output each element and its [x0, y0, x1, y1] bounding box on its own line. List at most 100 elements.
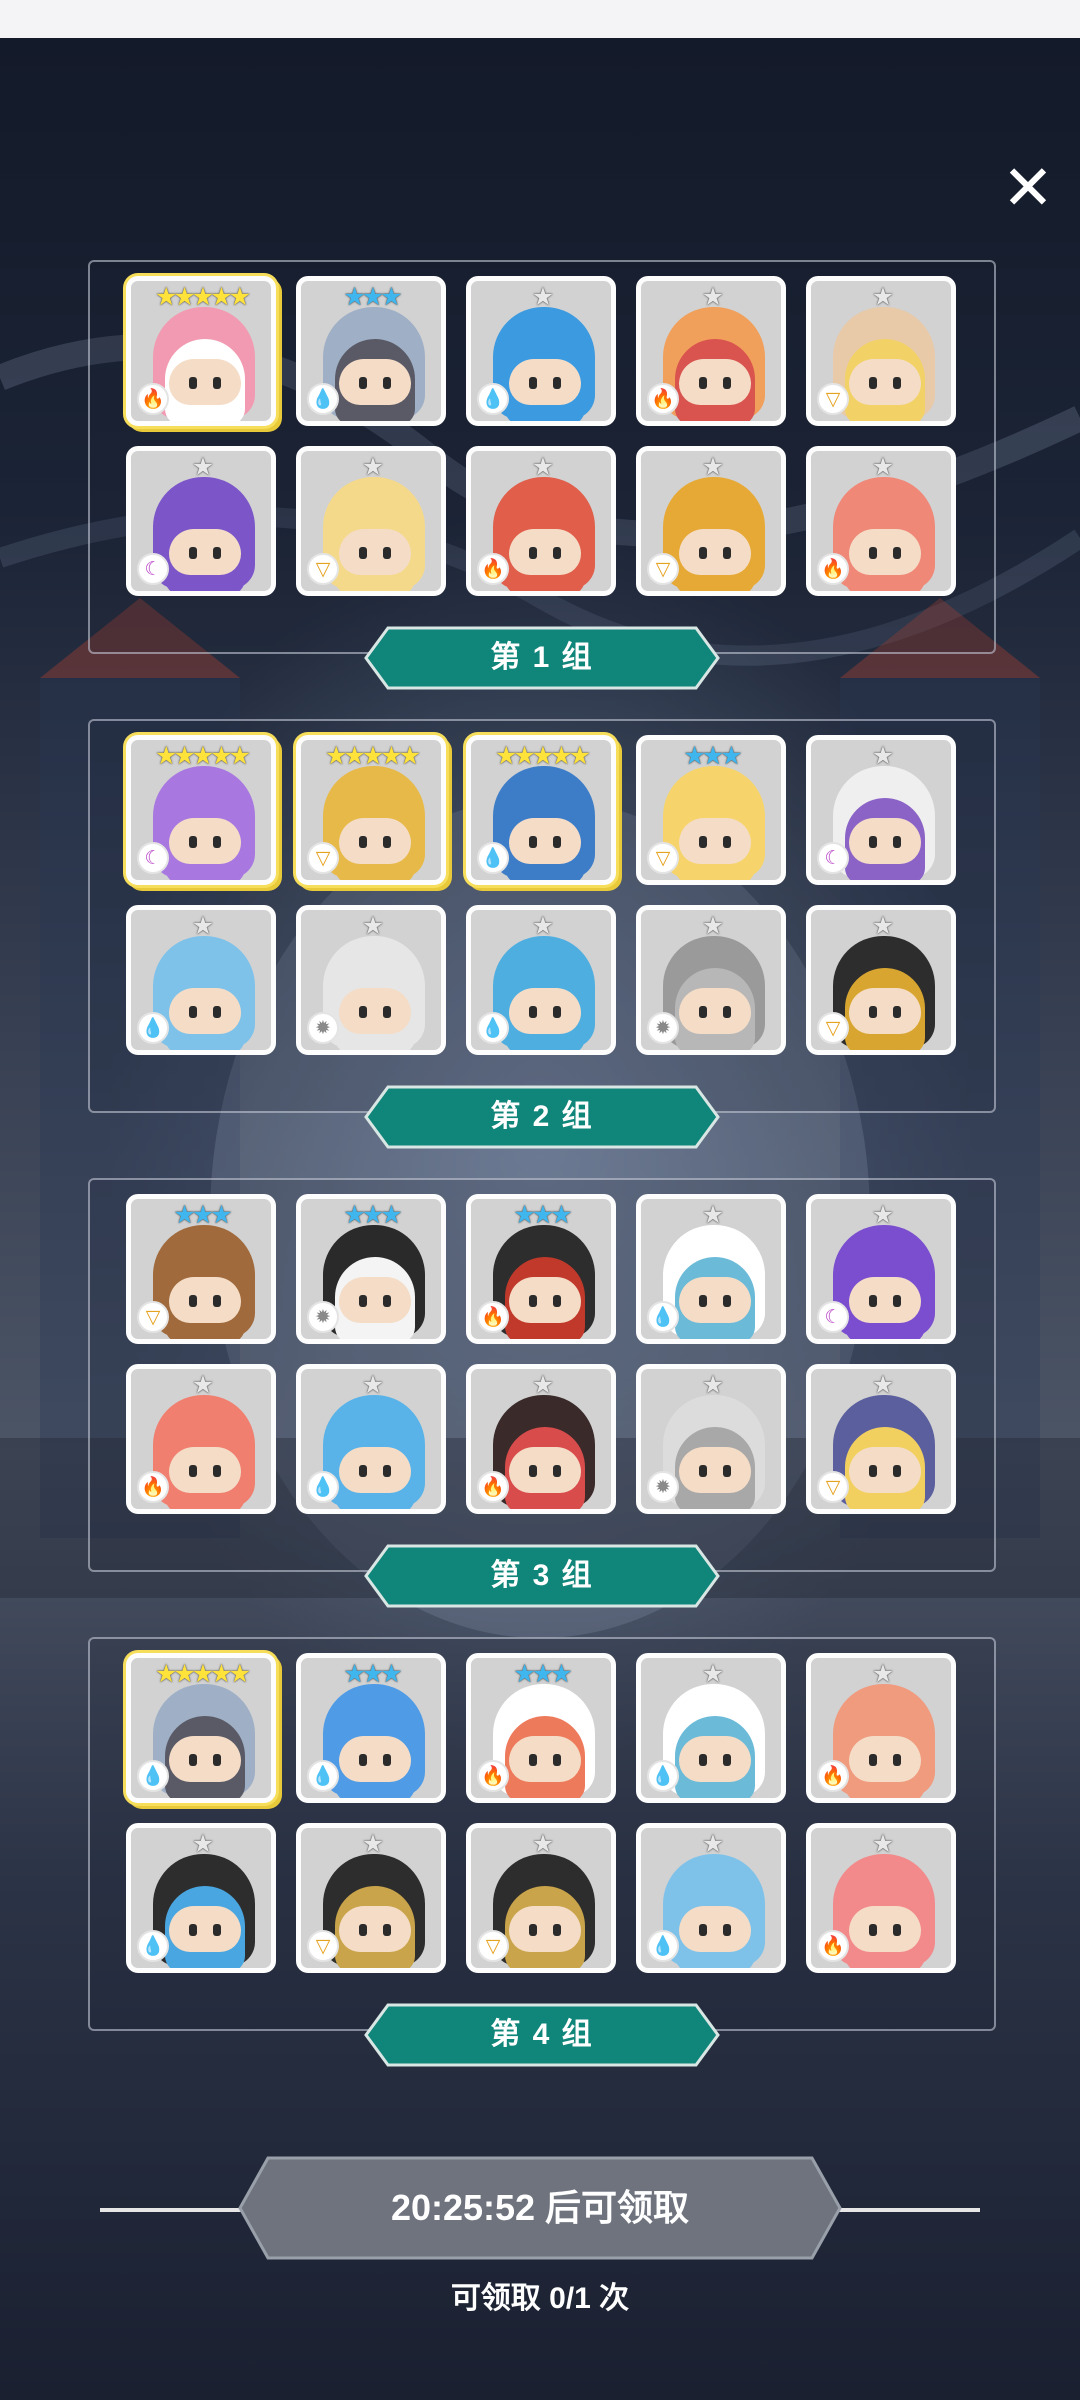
- hero-eye: [189, 1754, 197, 1766]
- hero-card[interactable]: ★ ▽: [806, 276, 956, 426]
- hero-card[interactable]: ★★★ ✹: [296, 1194, 446, 1344]
- hero-eye: [529, 1295, 537, 1307]
- hero-card[interactable]: ★★★ 💧: [296, 1653, 446, 1803]
- hero-card[interactable]: ★ 💧: [126, 1823, 276, 1973]
- hero-card[interactable]: ★★★ 💧: [296, 276, 446, 426]
- hero-face: [339, 1736, 411, 1782]
- hero-card[interactable]: ★ 🔥: [806, 1823, 956, 1973]
- hero-card[interactable]: ★ ✹: [296, 905, 446, 1055]
- hero-card[interactable]: ★★★ ▽: [126, 1194, 276, 1344]
- hero-card[interactable]: ★ 🔥: [806, 446, 956, 596]
- light-element-icon: ✹: [307, 1301, 339, 1333]
- hero-grid: ★★★★★ 💧 ★★★ 💧 ★★★ 🔥 ★ 💧 ★ 🔥 ★ 💧 ★ ▽ ★ ▽ ★ 💧 ★ 🔥: [126, 1653, 956, 1973]
- hero-face: [679, 359, 751, 405]
- hero-card[interactable]: ★ ☾: [806, 1194, 956, 1344]
- group-label-button[interactable]: 第 3 组: [364, 1544, 720, 1608]
- hero-card[interactable]: ★ 🔥: [466, 1364, 616, 1514]
- hero-card[interactable]: ★ ✹: [636, 1364, 786, 1514]
- hero-card[interactable]: ★ ▽: [466, 1823, 616, 1973]
- hero-card[interactable]: ★ 💧: [636, 1194, 786, 1344]
- hero-eye: [189, 836, 197, 848]
- hero-eye: [553, 1754, 561, 1766]
- hero-card[interactable]: ★★★★★ 💧: [466, 735, 616, 885]
- star-rating: ★: [531, 282, 554, 311]
- hero-card[interactable]: ★ 🔥: [806, 1653, 956, 1803]
- hero-card[interactable]: ★ 🔥: [126, 1364, 276, 1514]
- hero-card[interactable]: ★ 💧: [126, 905, 276, 1055]
- hero-card[interactable]: ★ 💧: [636, 1823, 786, 1973]
- hero-card[interactable]: ★ 🔥: [466, 446, 616, 596]
- hero-face: [339, 988, 411, 1034]
- hero-eye: [383, 1465, 391, 1477]
- hero-card[interactable]: ★★★★★ ▽: [296, 735, 446, 885]
- hero-eye: [529, 1754, 537, 1766]
- hero-card[interactable]: ★★★ 🔥: [466, 1653, 616, 1803]
- hero-card[interactable]: ★ ▽: [296, 1823, 446, 1973]
- hero-eye: [553, 377, 561, 389]
- hero-card[interactable]: ★ ▽: [296, 446, 446, 596]
- hero-eye: [699, 1754, 707, 1766]
- hero-face: [509, 529, 581, 575]
- group-label-button[interactable]: 第 4 组: [364, 2003, 720, 2067]
- hero-eye: [189, 377, 197, 389]
- hero-card[interactable]: ★ ▽: [806, 905, 956, 1055]
- hero-eye: [213, 547, 221, 559]
- wind-element-icon: ▽: [647, 842, 679, 874]
- hero-card[interactable]: ★ ▽: [636, 446, 786, 596]
- hero-eye: [699, 377, 707, 389]
- group-label-button[interactable]: 第 2 组: [364, 1085, 720, 1149]
- hero-card[interactable]: ★ 💧: [466, 276, 616, 426]
- hero-card[interactable]: ★ ▽: [806, 1364, 956, 1514]
- star-rating: ★★★: [343, 282, 402, 311]
- hero-card[interactable]: ★ ☾: [126, 446, 276, 596]
- hero-card[interactable]: ★ 💧: [296, 1364, 446, 1514]
- hero-eye: [189, 1006, 197, 1018]
- star-rating: ★★★: [683, 741, 742, 770]
- star-rating: ★: [361, 1370, 384, 1399]
- hero-card[interactable]: ★ ☾: [806, 735, 956, 885]
- close-button[interactable]: ✕: [998, 157, 1058, 219]
- star-rating: ★: [701, 452, 724, 481]
- dark-element-icon: ☾: [137, 553, 169, 585]
- hero-eye: [723, 1006, 731, 1018]
- hero-eye: [553, 1006, 561, 1018]
- star-rating: ★: [701, 911, 724, 940]
- water-element-icon: 💧: [477, 1012, 509, 1044]
- wind-element-icon: ▽: [817, 1012, 849, 1044]
- hero-face: [339, 1447, 411, 1493]
- star-rating: ★★★★★: [324, 741, 421, 770]
- fire-element-icon: 🔥: [817, 1760, 849, 1792]
- hero-eye: [383, 1295, 391, 1307]
- star-rating: ★: [871, 1370, 894, 1399]
- hero-card[interactable]: ★★★★★ ☾: [126, 735, 276, 885]
- hero-group-3: ★★★ ▽ ★★★ ✹ ★★★ 🔥 ★ 💧 ★ ☾ ★ 🔥 ★ 💧 ★ 🔥 ★ ✹ ★ ▽ 第 3 组: [88, 1178, 996, 1608]
- star-rating: ★: [361, 452, 384, 481]
- hero-face: [849, 988, 921, 1034]
- group-label-button[interactable]: 第 1 组: [364, 626, 720, 690]
- light-element-icon: ✹: [647, 1471, 679, 1503]
- hero-card[interactable]: ★★★ 🔥: [466, 1194, 616, 1344]
- hero-face: [169, 1736, 241, 1782]
- claim-button[interactable]: 20:25:52 后可领取: [238, 2156, 842, 2260]
- hero-eye: [359, 836, 367, 848]
- hero-face: [849, 1906, 921, 1952]
- star-rating: ★: [871, 1200, 894, 1229]
- hero-card[interactable]: ★★★ ▽: [636, 735, 786, 885]
- hero-eye: [869, 377, 877, 389]
- hero-eye: [383, 377, 391, 389]
- star-rating: ★★★: [513, 1659, 572, 1688]
- hero-card[interactable]: ★★★★★ 💧: [126, 1653, 276, 1803]
- hero-card[interactable]: ★ ✹: [636, 905, 786, 1055]
- group-label-text: 第 4 组: [490, 2018, 594, 2051]
- hero-eye: [529, 377, 537, 389]
- hero-card[interactable]: ★ 💧: [636, 1653, 786, 1803]
- hero-eye: [359, 377, 367, 389]
- hero-face: [679, 1447, 751, 1493]
- hero-face: [169, 1277, 241, 1323]
- hero-eye: [213, 1006, 221, 1018]
- hero-card[interactable]: ★ 💧: [466, 905, 616, 1055]
- hero-card[interactable]: ★★★★★ 🔥: [126, 276, 276, 426]
- water-element-icon: 💧: [307, 1471, 339, 1503]
- water-element-icon: 💧: [307, 1760, 339, 1792]
- hero-card[interactable]: ★ 🔥: [636, 276, 786, 426]
